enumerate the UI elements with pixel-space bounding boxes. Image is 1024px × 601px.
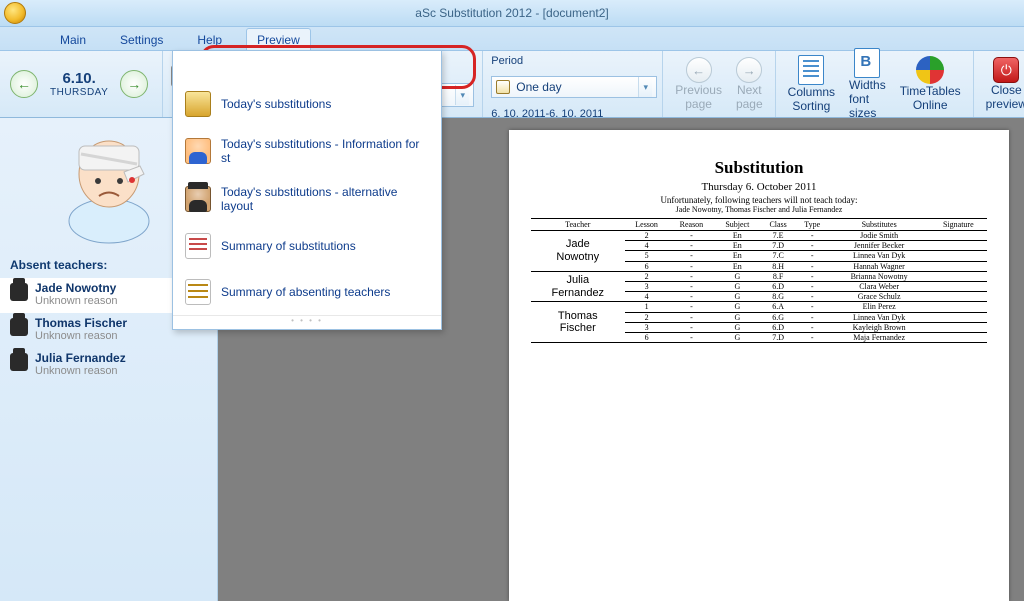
teacher-cell: JuliaFernandez bbox=[531, 271, 625, 302]
teacher-cell: ThomasFischer bbox=[531, 302, 625, 343]
report-option-today[interactable]: Today's substitutions bbox=[173, 81, 441, 127]
absent-name: Jade Nowotny bbox=[35, 281, 118, 295]
tab-settings[interactable]: Settings bbox=[110, 29, 173, 50]
doc-title: Substitution bbox=[531, 158, 987, 178]
next-page-button: → Next page bbox=[732, 57, 767, 111]
abacus-icon bbox=[185, 279, 211, 305]
tab-main[interactable]: Main bbox=[50, 29, 96, 50]
prev-day-button[interactable]: ← bbox=[10, 70, 38, 98]
teacher-icon bbox=[10, 283, 28, 301]
columns-icon bbox=[798, 55, 824, 85]
close-preview-button[interactable]: ⏻ Close preview bbox=[982, 57, 1024, 111]
period-dropdown-value: One day bbox=[516, 80, 561, 94]
arrow-right-icon: → bbox=[736, 57, 762, 83]
ribbon: ← 6.10. THURSDAY → Print Select your rep… bbox=[0, 50, 1024, 118]
teacher-icon bbox=[10, 353, 28, 371]
columns-sorting-button[interactable]: Columns Sorting bbox=[784, 55, 839, 113]
preview-pane[interactable]: Substitution Thursday 6. October 2011 Un… bbox=[494, 118, 1024, 601]
next-day-button[interactable]: → bbox=[120, 70, 148, 98]
table-row: ThomasFischer1-G6.A-Elin Perez bbox=[531, 302, 987, 312]
date-weekday: THURSDAY bbox=[50, 87, 108, 98]
power-icon: ⏻ bbox=[993, 57, 1019, 83]
doc-names: Jade Nowotny, Thomas Fischer and Julia F… bbox=[531, 205, 987, 214]
widths-fontsizes-button[interactable]: Widths font sizes bbox=[845, 48, 890, 120]
report-option-info-students[interactable]: Today's substitutions - Information for … bbox=[173, 127, 441, 175]
teacher-icon bbox=[10, 318, 28, 336]
period-range: 6. 10. 2011-6. 10. 2011 bbox=[491, 108, 603, 120]
tab-help[interactable]: Help bbox=[187, 29, 232, 50]
report-option-summary-absent[interactable]: Summary of absenting teachers bbox=[173, 269, 441, 315]
prev-page-button: ← Previous page bbox=[671, 57, 726, 111]
period-label: Period bbox=[491, 55, 523, 67]
ribbon-tabs: Main Settings Help Preview bbox=[0, 27, 1024, 50]
period-dropdown[interactable]: One day ▾ bbox=[491, 76, 657, 98]
substitution-table: Teacher Lesson Reason Subject Class Type… bbox=[531, 218, 987, 343]
app-bell-icon[interactable] bbox=[4, 2, 26, 24]
table-row: JuliaFernandez2-G8.F-Brianna Nowotny bbox=[531, 271, 987, 281]
report-option-alt-layout[interactable]: Today's substitutions - alternative layo… bbox=[173, 175, 441, 223]
absent-reason: Unknown reason bbox=[35, 365, 126, 377]
calendar-icon bbox=[496, 80, 510, 94]
doc-note: Unfortunately, following teachers will n… bbox=[531, 195, 987, 205]
table-row: JadeNowotny2-En7.E-Jodie Smith bbox=[531, 231, 987, 241]
absent-reason: Unknown reason bbox=[35, 295, 118, 307]
date-main: 6.10. bbox=[50, 70, 108, 87]
bandaged-person-icon bbox=[54, 126, 164, 246]
doc-date: Thursday 6. October 2011 bbox=[531, 181, 987, 193]
student-icon bbox=[185, 138, 211, 164]
timetables-online-button[interactable]: TimeTables Online bbox=[896, 56, 965, 112]
date-display: 6.10. THURSDAY bbox=[50, 70, 108, 98]
teacher-cell: JadeNowotny bbox=[531, 231, 625, 272]
timetables-icon bbox=[916, 56, 944, 84]
summary-icon bbox=[185, 233, 211, 259]
titlebar: aSc Substitution 2012 - [document2] bbox=[0, 0, 1024, 27]
absent-teacher-item[interactable]: Julia FernandezUnknown reason bbox=[0, 348, 217, 383]
document-icon bbox=[185, 91, 211, 117]
teacher-icon bbox=[185, 186, 211, 212]
arrow-left-icon: ← bbox=[686, 57, 712, 83]
chevron-down-icon: ▾ bbox=[455, 85, 469, 105]
report-option-summary-subs[interactable]: Summary of substitutions bbox=[173, 223, 441, 269]
absent-name: Thomas Fischer bbox=[35, 316, 127, 330]
widths-icon bbox=[854, 48, 880, 78]
absent-name: Julia Fernandez bbox=[35, 351, 126, 365]
tab-preview[interactable]: Preview bbox=[246, 28, 311, 50]
chevron-down-icon: ▾ bbox=[638, 77, 652, 97]
absent-reason: Unknown reason bbox=[35, 330, 127, 342]
preview-page: Substitution Thursday 6. October 2011 Un… bbox=[509, 130, 1009, 601]
dropdown-resize-handle[interactable]: • • • • bbox=[173, 315, 441, 323]
report-dropdown-list: Today's substitutions Today's substituti… bbox=[172, 50, 442, 330]
window-title: aSc Substitution 2012 - [document2] bbox=[415, 6, 608, 20]
